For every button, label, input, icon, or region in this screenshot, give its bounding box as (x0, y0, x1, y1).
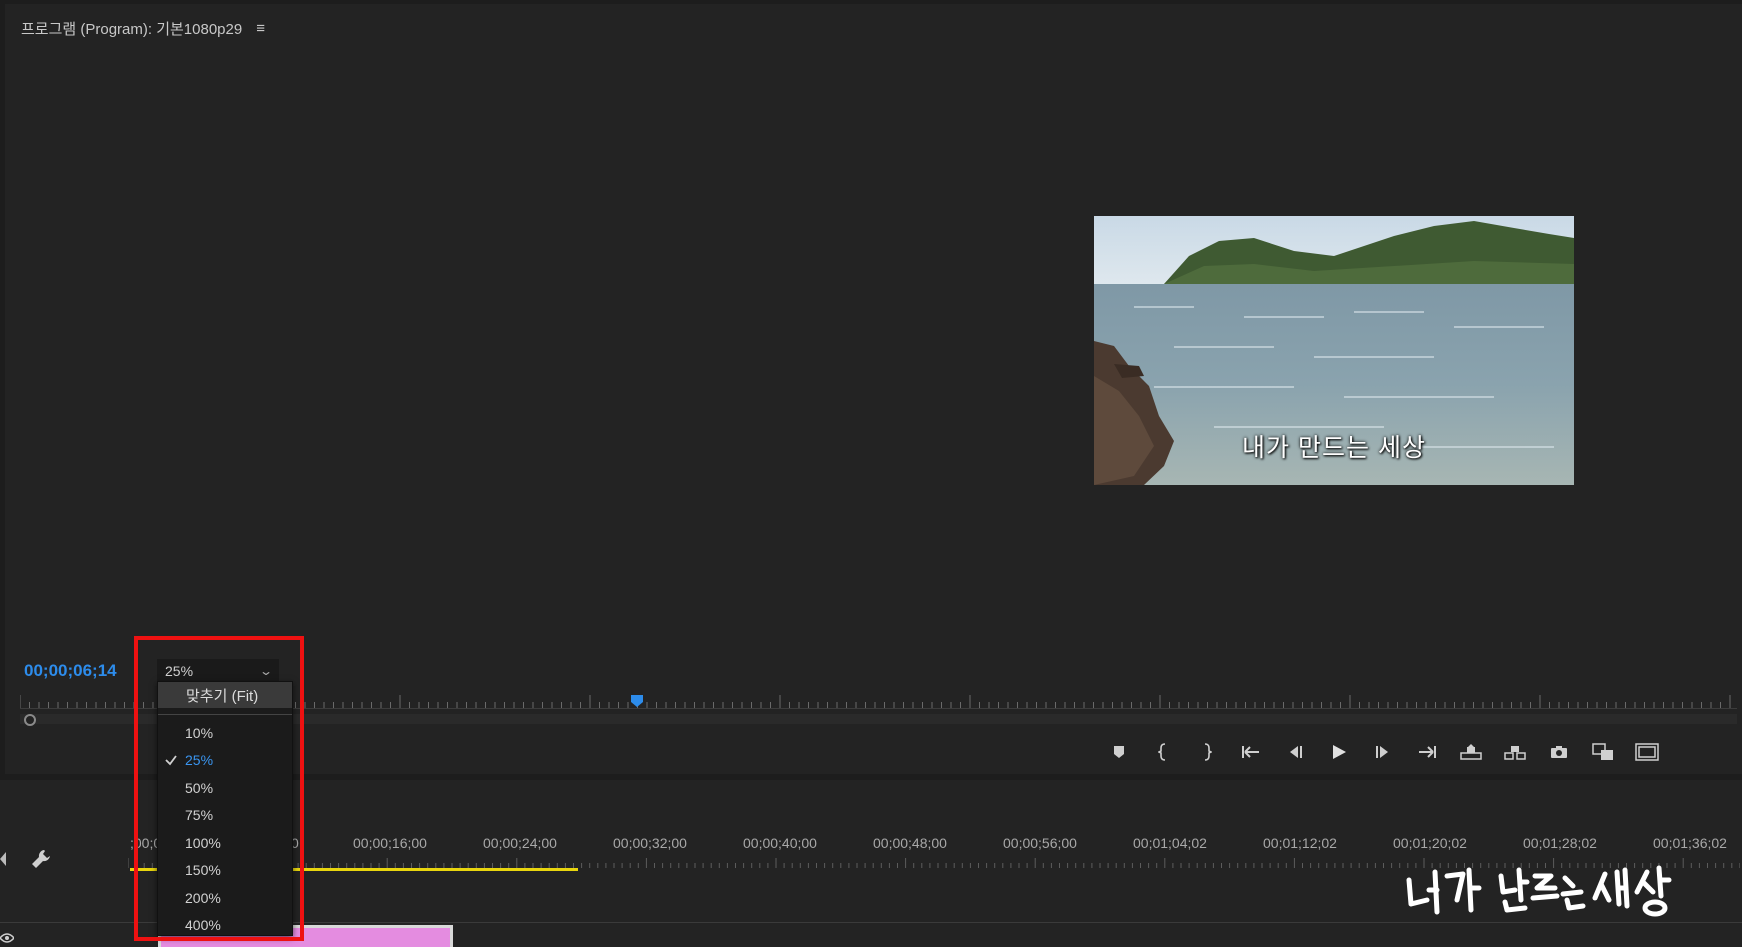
panel-title[interactable]: 프로그램 (Program): 기본1080p29 (21, 18, 242, 39)
play-icon[interactable] (1317, 739, 1361, 765)
scrollbar-handle[interactable] (24, 714, 36, 726)
program-preview: 내가 만드는 세상 (1094, 216, 1574, 485)
annotation-highlight-box (134, 636, 304, 941)
hamburger-menu-icon[interactable]: ≡ (256, 20, 265, 37)
ruler-label: 00;00;24;00 (483, 835, 557, 851)
ruler-label: 00;00;16;00 (353, 835, 427, 851)
ruler-label: 00;00;40;00 (743, 835, 817, 851)
extract-icon[interactable] (1493, 739, 1537, 765)
ruler-label: 00;00;32;00 (613, 835, 687, 851)
mark-in-icon[interactable] (1141, 739, 1185, 765)
preview-subtitle: 내가 만드는 세상 (1242, 434, 1426, 462)
export-frame-icon[interactable] (1537, 739, 1581, 765)
step-forward-icon[interactable] (1361, 739, 1405, 765)
ruler-label: 00;01;12;02 (1263, 835, 1337, 851)
ruler-label: 00;01;36;02 (1653, 835, 1727, 851)
ruler-label: 00;01;20;02 (1393, 835, 1467, 851)
ruler-label: 00;01;28;02 (1523, 835, 1597, 851)
transport-controls (1097, 739, 1669, 765)
comparison-view-icon[interactable] (1581, 739, 1625, 765)
watermark-logo (1406, 865, 1672, 917)
go-to-in-icon[interactable] (1229, 739, 1273, 765)
mark-out-icon[interactable] (1185, 739, 1229, 765)
ruler-label: 00;01;04;02 (1133, 835, 1207, 851)
ruler-label: 00;00;48;00 (873, 835, 947, 851)
ruler-label: 00;00;56;00 (1003, 835, 1077, 851)
lift-icon[interactable] (1449, 739, 1493, 765)
playhead-marker-icon[interactable] (630, 695, 644, 707)
add-marker-icon[interactable] (1097, 739, 1141, 765)
premiere-window: 프로그램 (Program): 기본1080p29 ≡ 내가 만드는 세상 00… (0, 0, 1742, 947)
go-to-out-icon[interactable] (1405, 739, 1449, 765)
step-back-icon[interactable] (1273, 739, 1317, 765)
safe-margins-icon[interactable] (1625, 739, 1669, 765)
playhead-timecode[interactable]: 00;00;06;14 (24, 661, 117, 681)
eye-icon[interactable] (0, 932, 14, 944)
panel-header[interactable]: 프로그램 (Program): 기본1080p29 ≡ (21, 16, 265, 40)
